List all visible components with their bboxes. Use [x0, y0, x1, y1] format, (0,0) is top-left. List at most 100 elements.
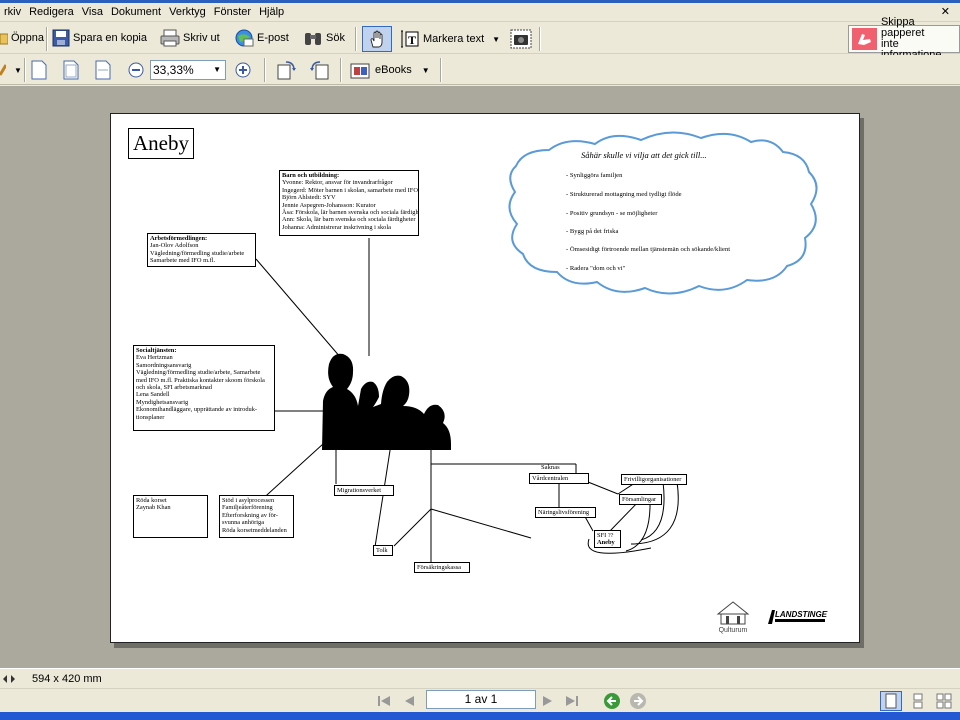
box-frivilligorganisationer: Frivilligorganisationer: [621, 474, 687, 485]
go-back-icon[interactable]: [603, 692, 621, 710]
box-roda-korset: Röda korset Zaynab Khan: [133, 495, 208, 538]
qulturum-logo: Qulturum: [712, 598, 754, 634]
toolbar-separator: [46, 27, 48, 51]
box-arbetsformedlingen: Arbetsförmedlingen: Jan-Olov Adolfson Vä…: [147, 233, 256, 267]
hand-tool-button[interactable]: [362, 26, 392, 52]
menu-hjalp[interactable]: Hjälp: [255, 4, 288, 21]
page-icon: [31, 60, 47, 80]
fit-page-button[interactable]: [62, 58, 80, 82]
ebooks-button[interactable]: eBooks ▼: [350, 58, 430, 82]
hand-icon: [370, 30, 383, 48]
print-button[interactable]: Skriv ut: [160, 26, 220, 50]
first-page-icon[interactable]: [376, 694, 392, 708]
fit-width-icon: [95, 60, 111, 80]
pencil-icon: [0, 64, 6, 76]
box-forsamlingar: Församlingar: [619, 494, 662, 505]
ebook-icon: [350, 63, 370, 79]
family-silhouette-icon: [322, 353, 451, 450]
search-button[interactable]: Sök: [303, 26, 345, 50]
box-vardcentralen: Vårdcentralen: [529, 473, 589, 484]
rotate-clockwise-icon: [277, 61, 296, 80]
toolbar-separator: [539, 27, 541, 51]
fit-page-icon: [63, 60, 79, 80]
cloud-heading: Såhär skulle vi vilja att det gick till.…: [581, 150, 707, 160]
cloud-item: - Positiv grundsyn - se möjligheter: [566, 210, 658, 217]
box-tolk: Tolk: [373, 545, 393, 556]
binoculars-icon: [305, 33, 321, 45]
single-page-layout-icon[interactable]: [880, 691, 902, 711]
box-naringslivsforening: Näringslivsförening: [535, 507, 596, 518]
menu-arkiv[interactable]: rkiv: [0, 4, 25, 21]
text-select-icon: T: [401, 30, 419, 48]
next-page-icon[interactable]: [541, 694, 555, 708]
ebooks-dropdown-icon[interactable]: ▼: [422, 66, 430, 75]
menu-fonster[interactable]: Fönster: [210, 4, 255, 21]
box-migrationsverket: Migrationsverket: [334, 485, 394, 496]
toolbar-separator: [340, 58, 342, 82]
toolbar-separator: [440, 58, 442, 82]
snapshot-button[interactable]: [510, 27, 532, 51]
edit-dropdown-icon[interactable]: ▼: [14, 66, 22, 75]
cloud-item: - Synliggöra familjen: [566, 172, 623, 179]
zoom-in-icon: [235, 62, 251, 78]
document-page: Aneby Barn och utbildning: Yvonne: Rekto…: [110, 113, 860, 643]
toolbar-separator: [24, 58, 26, 82]
toolbar-separator: [355, 27, 357, 51]
menu-dokument[interactable]: Dokument: [107, 4, 165, 21]
actual-size-button[interactable]: [30, 58, 48, 82]
zoom-out-button[interactable]: [127, 58, 145, 82]
camera-icon: [510, 29, 532, 49]
skip-paper-ad-button[interactable]: Skippa papperet inte informatione: [848, 17, 960, 61]
fit-width-button[interactable]: [94, 58, 112, 82]
rotate-left-button[interactable]: [308, 58, 330, 82]
rotate-right-button[interactable]: [276, 58, 298, 82]
menu-bar: rkiv Redigera Visa Dokument Verktyg Föns…: [0, 3, 960, 22]
go-forward-icon[interactable]: [629, 692, 647, 710]
box-socialtjansten: Socialtjänsten: Eva Hertzman Samordnings…: [133, 345, 275, 431]
zoom-dropdown-icon[interactable]: ▼: [213, 65, 221, 74]
document-title: Aneby: [128, 128, 194, 159]
open-button[interactable]: Öppna: [0, 26, 44, 50]
cloud-item: - Radera "dom och vi": [566, 265, 626, 272]
rotate-counterclockwise-icon: [310, 61, 329, 80]
floppy-disk-icon: [52, 29, 70, 47]
secondary-toolbar: ▼ eBooks ▼: [0, 55, 960, 85]
cloud-item: - Strukturerad mottagning med tydligt fl…: [566, 191, 682, 198]
menu-verktyg[interactable]: Verktyg: [165, 4, 210, 21]
menu-visa[interactable]: Visa: [78, 4, 107, 21]
globe-email-icon: [235, 29, 254, 47]
menu-redigera[interactable]: Redigera: [25, 4, 78, 21]
folder-icon: [0, 33, 8, 45]
resize-arrows-icon[interactable]: [2, 672, 16, 686]
last-page-icon[interactable]: [564, 694, 580, 708]
select-tool-dropdown-icon[interactable]: ▼: [492, 35, 500, 44]
windows-taskbar: [0, 712, 960, 720]
page-size-label: 594 x 420 mm: [32, 672, 102, 685]
svg-text:LANDSTINGET: LANDSTINGET: [775, 610, 828, 619]
cloud-item: - Ömsesidigt förtroende mellan tjänstemä…: [566, 246, 731, 253]
svg-text:Qulturum: Qulturum: [719, 627, 748, 634]
continuous-layout-icon[interactable]: [910, 693, 926, 709]
box-sfi-aneby: SFI ?? Aneby: [594, 530, 621, 548]
select-text-button[interactable]: T Markera text ▼: [400, 27, 500, 51]
box-barn-och-utbildning: Barn och utbildning: Yvonne: Rektor, ans…: [279, 170, 419, 236]
cloud-item: - Bygg på det friska: [566, 228, 619, 235]
landstinget-logo: LANDSTINGET: [766, 606, 833, 626]
page-number-input[interactable]: 1 av 1: [426, 690, 536, 709]
email-button[interactable]: E-post: [234, 26, 289, 50]
box-forsakringskassa: Försäkringskassa: [414, 562, 470, 573]
hand-pointer-icon: [852, 28, 877, 50]
zoom-out-icon: [128, 62, 144, 78]
zoom-level-select[interactable]: 33,33% ▼: [150, 60, 226, 80]
zoom-in-button[interactable]: [234, 58, 252, 82]
svg-text:T: T: [408, 33, 416, 47]
printer-icon: [160, 29, 180, 47]
edit-tool-button[interactable]: ▼: [0, 58, 22, 82]
label-saknas: Saknas: [541, 464, 560, 471]
toolbar-separator: [264, 58, 266, 82]
box-stod-asylprocessen: Stöd i asylprocessen Familjeåterförening…: [219, 495, 294, 538]
save-copy-button[interactable]: Spara en kopia: [52, 26, 147, 50]
status-bar: 594 x 420 mm: [0, 668, 960, 688]
facing-pages-layout-icon[interactable]: [936, 693, 952, 709]
previous-page-icon[interactable]: [402, 694, 416, 708]
